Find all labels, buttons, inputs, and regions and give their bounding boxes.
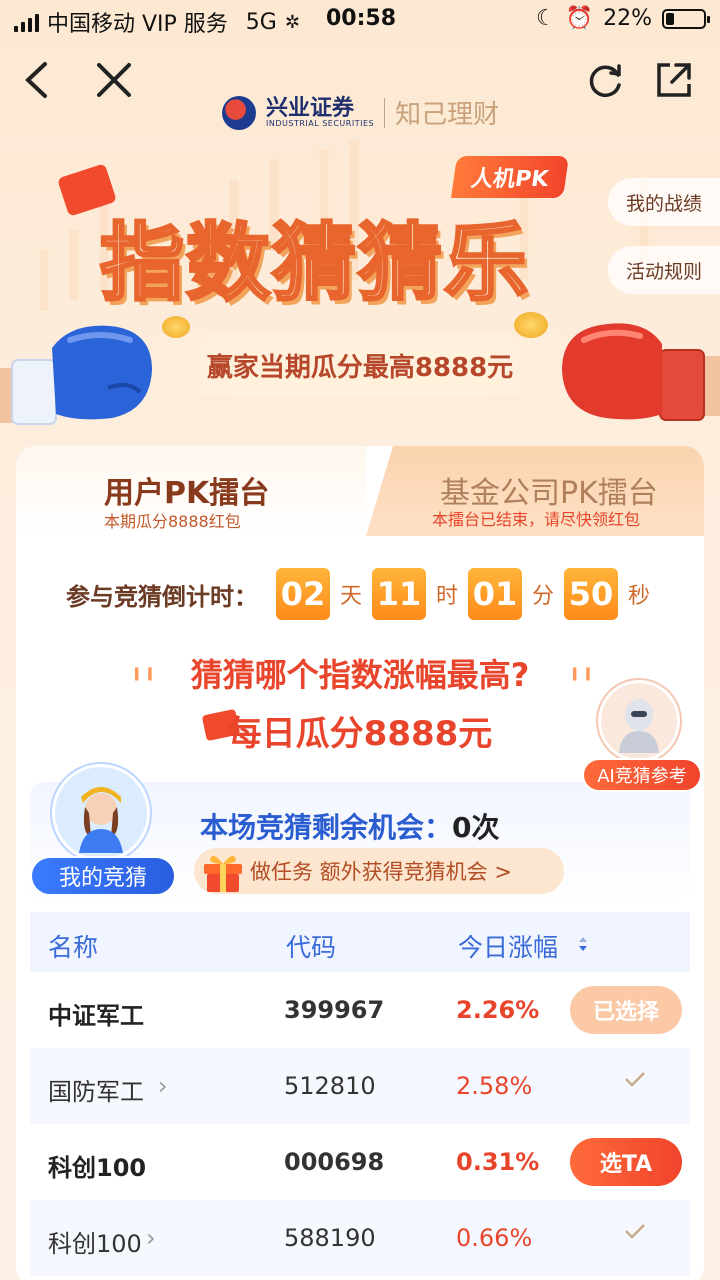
countdown-minutes-unit: 分 (532, 584, 555, 609)
share-icon[interactable] (652, 58, 696, 102)
check-icon (625, 1072, 645, 1087)
carrier-label: 中国移动 VIP 服务 (47, 12, 228, 37)
remaining-count: 0次 (452, 811, 500, 844)
fund-code: 588190 (284, 1224, 376, 1252)
tab-user-pk-title: 用户PK擂台 (104, 476, 270, 511)
battery-percent: 22% (603, 6, 652, 31)
ai-avatar[interactable] (598, 680, 680, 762)
coin-icon (514, 312, 548, 338)
fund-code: 000698 (284, 1148, 385, 1176)
table-row[interactable]: 科创100 › 588190 0.66% (30, 1200, 690, 1276)
brand-logo-icon (222, 95, 256, 130)
table-row[interactable]: 中证军工 399967 2.26% 已选择 (30, 972, 690, 1048)
coin-icon (162, 316, 190, 338)
my-guess-tag[interactable]: 我的竞猜 (30, 856, 176, 896)
remaining-chances: 本场竞猜剩余机会：0次 (200, 806, 500, 846)
network-label: 5G (245, 9, 277, 35)
tab-user-pk-subtitle: 本期瓜分8888红包 (104, 512, 241, 531)
tab-fund-pk[interactable]: 基金公司PK擂台 本擂台已结束，请尽快领红包 (366, 446, 704, 536)
hero-title: 指数猜猜乐 (98, 213, 531, 314)
countdown-days: 02 (276, 568, 330, 620)
red-boxing-glove-icon (562, 323, 720, 421)
back-icon[interactable] (14, 58, 58, 102)
fund-change: 2.58% (456, 1072, 533, 1100)
my-avatar[interactable] (52, 764, 150, 862)
my-record-button[interactable]: 我的战绩 (608, 178, 720, 226)
signal-icon (14, 12, 39, 32)
countdown-days-unit: 天 (340, 584, 363, 609)
blue-boxing-glove-icon (0, 325, 152, 425)
fund-name: 国防军工 (48, 1078, 144, 1106)
main-card: 用户PK擂台 本期瓜分8888红包 基金公司PK擂台 本擂台已结束，请尽快领红包… (16, 446, 704, 1280)
pick-button[interactable]: 选TA (570, 1138, 682, 1186)
user-avatar-icon (79, 787, 123, 853)
fund-code: 512810 (284, 1072, 376, 1100)
header-name: 名称 (48, 933, 99, 962)
countdown-seconds: 50 (564, 568, 619, 620)
fund-name: 科创100 (48, 1230, 142, 1258)
brand-header: 兴业证券 INDUSTRIAL SECURITIES 知己理财 (222, 94, 499, 131)
brand-name-en: INDUSTRIAL SECURITIES (266, 119, 375, 128)
brand-name: 兴业证券 (266, 95, 355, 121)
countdown-seconds-unit: 秒 (628, 584, 651, 609)
alarm-icon: ⏰ (565, 6, 594, 31)
remaining-label: 本场竞猜剩余机会： (200, 811, 453, 844)
tab-fund-pk-subtitle: 本擂台已结束，请尽快领红包 (432, 510, 641, 529)
check-icon (625, 1224, 645, 1239)
close-icon[interactable] (92, 58, 136, 102)
countdown-hours-unit: 时 (436, 584, 459, 609)
loading-icon: ✲ (284, 11, 300, 33)
ai-reference-button[interactable]: AI竞猜参考 (582, 758, 702, 792)
table-row[interactable]: 国防军工 › 512810 2.58% (30, 1048, 690, 1124)
robot-avatar-icon (619, 699, 659, 753)
rules-button[interactable]: 活动规则 (608, 246, 720, 294)
header-code: 代码 (286, 933, 337, 962)
countdown-minutes: 01 (468, 568, 523, 620)
countdown-label: 参与竞猜倒计时： (66, 582, 258, 611)
table-row[interactable]: 科创100 000698 0.31% 选TA (30, 1124, 690, 1200)
pk-tag: 人机PK (451, 156, 569, 198)
fund-name: 中证军工 (48, 1002, 144, 1030)
refresh-icon[interactable] (584, 58, 628, 102)
fund-name: 科创100 (48, 1154, 147, 1182)
clock: 00:58 (326, 6, 397, 31)
selected-button[interactable]: 已选择 (570, 986, 682, 1034)
sparkle-right-icon: ╻╻ (568, 656, 595, 681)
moon-icon: ☾ (535, 6, 556, 31)
brand-divider (384, 97, 386, 128)
task-button[interactable]: 做任务 额外获得竞猜机会 > (194, 848, 564, 894)
status-bar: 中国移动 VIP 服务 5G ✲ 00:58 ☾ ⏰ 22% (0, 0, 720, 40)
header-change[interactable]: 今日涨幅 (458, 928, 558, 964)
tab-user-pk[interactable]: 用户PK擂台 本期瓜分8888红包 (16, 446, 366, 536)
countdown-hours: 11 (372, 568, 427, 620)
fund-change: 2.26% (456, 996, 540, 1024)
chevron-right-icon: › (146, 1224, 156, 1252)
fund-code: 399967 (284, 996, 385, 1024)
question-title: 猜猜哪个指数涨幅最高? (190, 656, 530, 694)
battery-icon (662, 8, 710, 29)
prize-banner: 赢家当期瓜分最高8888元 (150, 334, 570, 396)
gift-icon (204, 855, 242, 892)
fund-change: 0.66% (456, 1224, 533, 1252)
sort-icon[interactable] (578, 936, 588, 952)
countdown: 参与竞猜倒计时： 02 天 11 时 01 分 50 秒 (66, 568, 650, 620)
table-header: 名称 代码 今日涨幅 (30, 912, 690, 972)
brand-tagline: 知己理财 (395, 100, 500, 130)
fund-change: 0.31% (456, 1148, 540, 1176)
chevron-right-icon: › (158, 1072, 168, 1100)
